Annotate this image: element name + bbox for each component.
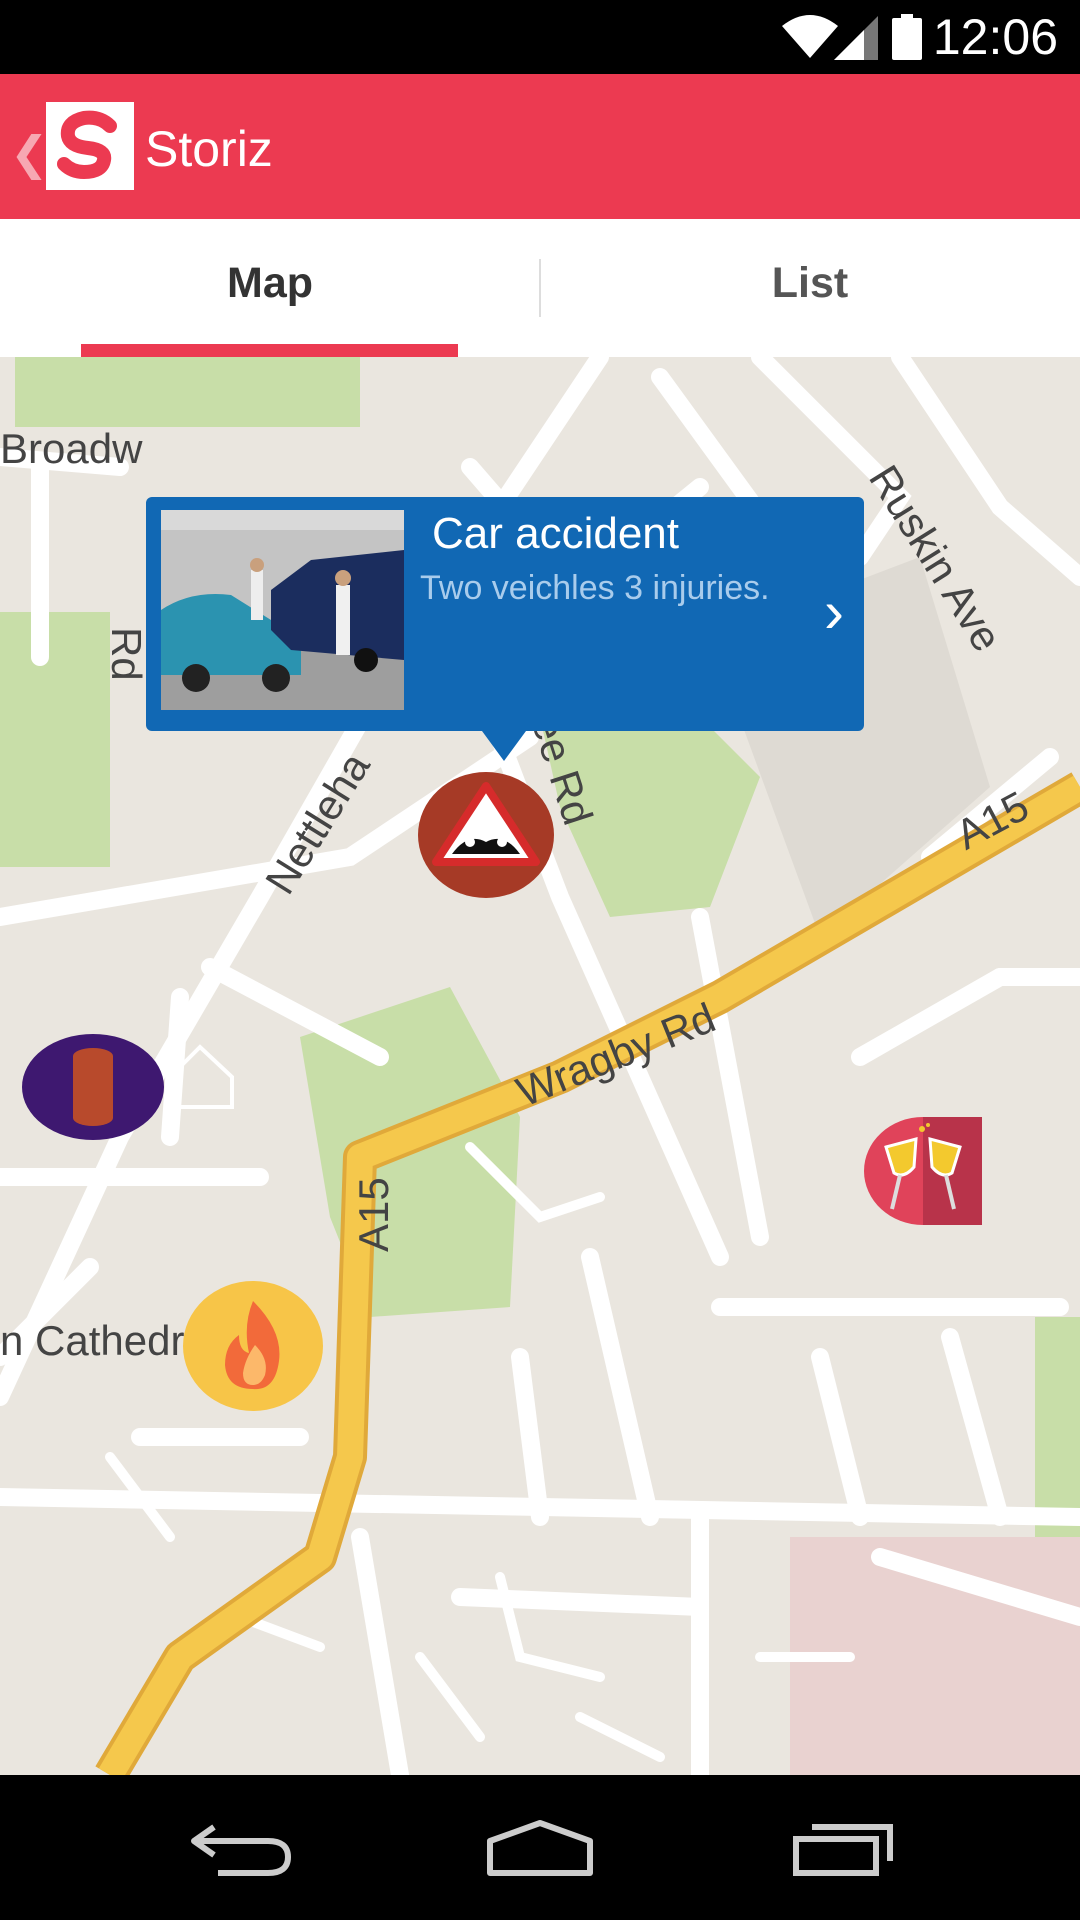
map-label-broadway: Broadw [0, 425, 143, 472]
info-icon [73, 1048, 113, 1126]
back-chevron-icon[interactable]: ❮ [10, 126, 49, 180]
tab-selected-indicator [81, 344, 458, 357]
event-title: Car accident [432, 509, 680, 558]
status-time: 12:06 [932, 9, 1058, 65]
tab-map[interactable]: Map [0, 219, 540, 357]
battery-icon [892, 14, 922, 60]
app-logo[interactable] [46, 102, 134, 190]
app-bar: ❮ Storiz [0, 74, 1080, 219]
tab-list[interactable]: List [540, 219, 1080, 357]
warning-triangle-icon [432, 782, 540, 866]
map-view[interactable]: Broadw Ruskin Ave Rd Nettleha Lee Rd A15… [0, 357, 1080, 1775]
signal-icon [834, 16, 878, 60]
home-icon[interactable] [486, 1817, 594, 1877]
celebration-marker[interactable] [864, 1117, 982, 1225]
app-title: Storiz [145, 121, 273, 177]
fire-marker[interactable] [183, 1281, 323, 1411]
info-marker[interactable] [22, 1034, 164, 1140]
car-accident-photo-icon [161, 510, 404, 710]
map-label-rd-left: Rd [103, 627, 150, 681]
recent-apps-icon[interactable] [792, 1817, 896, 1877]
event-description: Two veichles 3 injuries. [420, 569, 770, 607]
wifi-icon [782, 15, 838, 58]
storiz-logo-icon [57, 110, 117, 180]
event-callout[interactable]: Car accident Two veichles 3 injuries. › [146, 497, 864, 761]
status-bar: 12:06 [0, 0, 1080, 74]
car-accident-marker[interactable] [418, 772, 554, 898]
callout-pointer [482, 731, 526, 761]
system-nav-bar [0, 1775, 1080, 1920]
tab-bar: Map List [0, 219, 1080, 357]
event-photo [161, 510, 404, 710]
map-label-a15-bottom: A15 [350, 1177, 397, 1252]
champagne-glasses-icon [884, 1117, 982, 1225]
chevron-right-icon[interactable]: › [824, 577, 844, 646]
fire-icon [225, 1301, 280, 1390]
back-icon[interactable] [188, 1817, 292, 1877]
